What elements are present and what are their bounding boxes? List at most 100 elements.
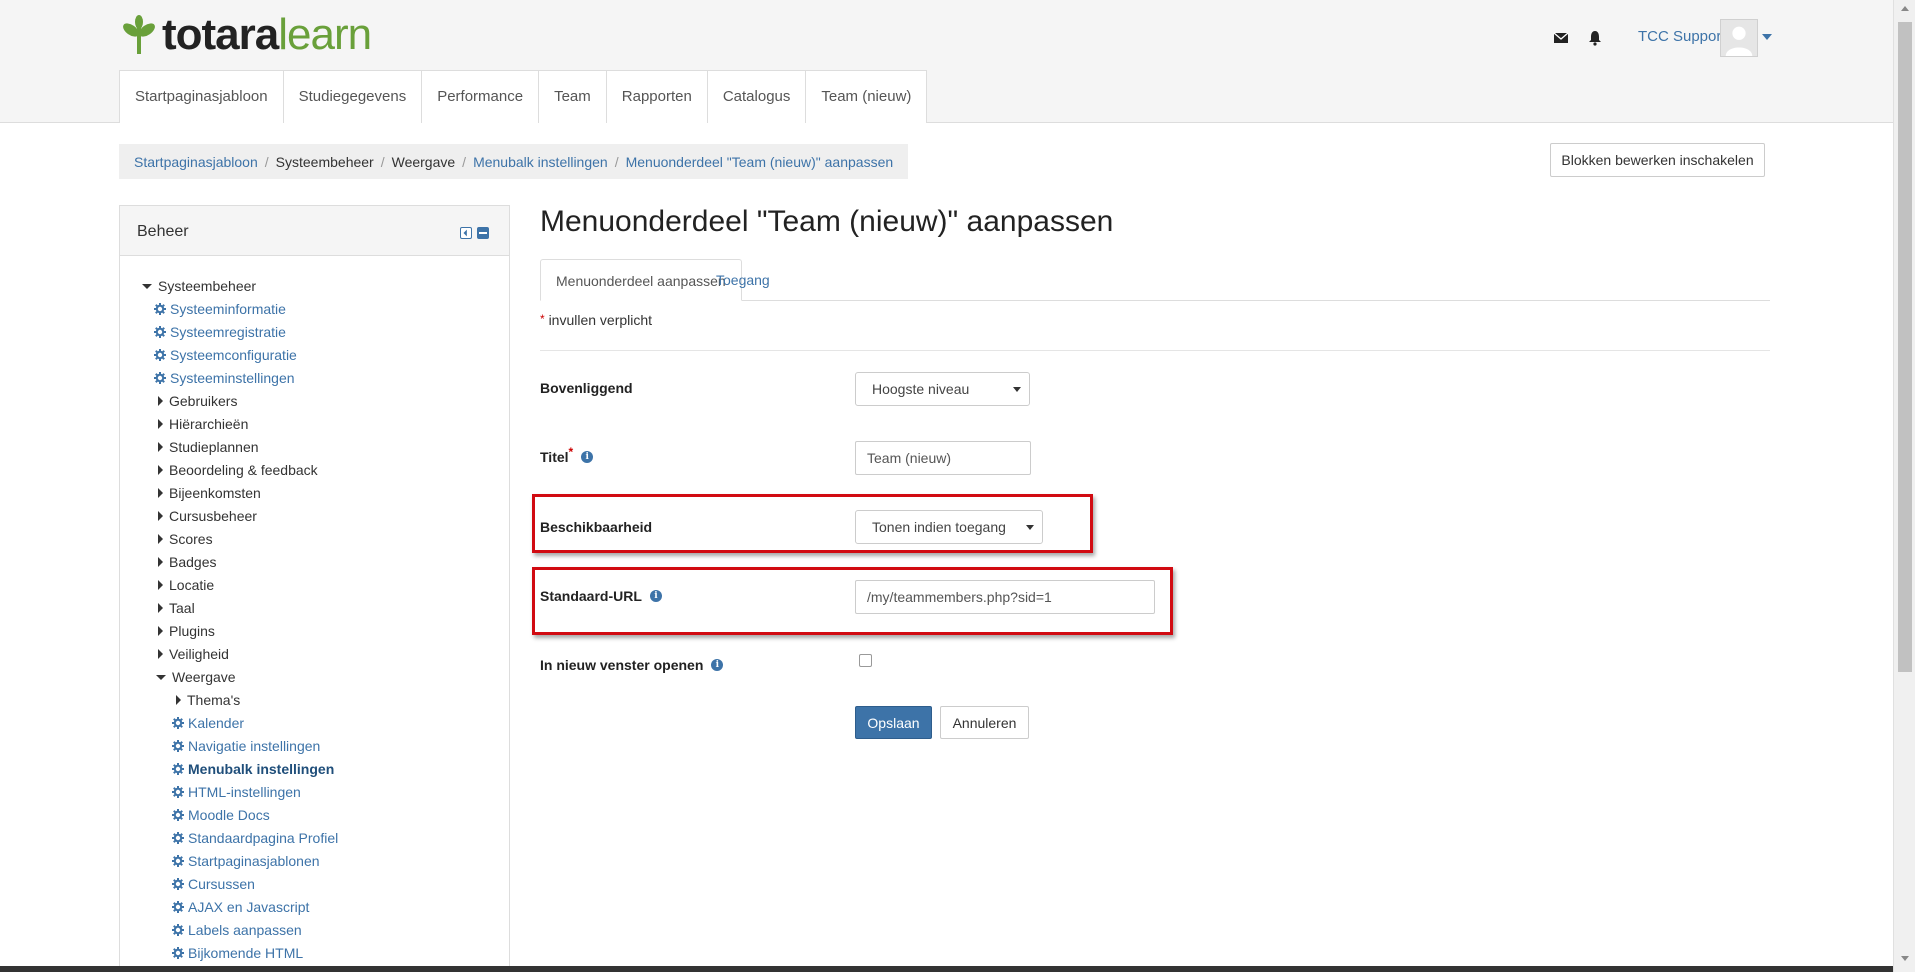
new-window-label-text: In nieuw venster openen (540, 657, 704, 673)
parent-select[interactable]: Hoogste niveau (855, 372, 1030, 406)
admin-tree-item[interactable]: Kalender (172, 715, 244, 731)
admin-tree-item-label: Systeeminstellingen (170, 370, 295, 386)
user-menu-caret-icon[interactable] (1762, 34, 1772, 40)
dock-block-icon[interactable] (460, 227, 472, 239)
nav-item-catalogus[interactable]: Catalogus (708, 71, 807, 123)
admin-tree-item[interactable]: Standaardpagina Profiel (172, 830, 338, 846)
brand-suffix: learn (278, 10, 372, 59)
info-icon[interactable]: i (711, 659, 724, 671)
breadcrumb-menubalk-instellingen[interactable]: Menubalk instellingen (473, 154, 608, 170)
gear-icon (172, 717, 188, 729)
admin-tree-item[interactable]: Weergave (156, 669, 236, 685)
user-avatar-icon[interactable] (1720, 19, 1758, 57)
info-icon[interactable]: i (581, 451, 594, 463)
vertical-scrollbar[interactable] (1893, 0, 1915, 972)
admin-tree-item[interactable]: Moodle Docs (172, 807, 270, 823)
admin-tree-item[interactable]: Systeeminformatie (154, 301, 286, 317)
admin-tree-item[interactable]: Systeemconfiguratie (154, 347, 297, 363)
admin-tree-item[interactable]: Scores (158, 531, 213, 547)
breadcrumb-separator: / (380, 153, 385, 170)
collapse-block-icon[interactable] (477, 227, 489, 239)
cancel-button[interactable]: Annuleren (940, 706, 1029, 739)
user-name-link[interactable]: TCC Support (1638, 28, 1726, 45)
admin-tree-item-label: Systeeminformatie (170, 301, 286, 317)
admin-tree-item-label: Taal (169, 600, 195, 616)
bell-icon[interactable] (1587, 30, 1603, 46)
admin-tree-item[interactable]: Beoordeling & feedback (158, 462, 318, 478)
nav-item-startpaginasjabloon[interactable]: Startpaginasjabloon (120, 71, 284, 123)
admin-tree-item[interactable]: Studieplannen (158, 439, 259, 455)
page-header: totara learn TCC Support Startpaginasjabl… (0, 0, 1893, 123)
tab-toegang[interactable]: Toegang (701, 259, 785, 301)
admin-tree-item-label: Hiërarchieën (169, 416, 249, 432)
admin-tree-item[interactable]: Cursussen (172, 876, 255, 892)
admin-tree-item[interactable]: Systeembeheer (142, 278, 256, 294)
admin-block-title: Beheer (137, 223, 189, 240)
admin-tree-item[interactable]: Labels aanpassen (172, 922, 302, 938)
required-note: * invullen verplicht (540, 312, 652, 328)
caret-right-icon (158, 419, 163, 429)
gear-icon (172, 740, 188, 752)
caret-down-icon (142, 283, 152, 289)
admin-tree-item[interactable]: Locatie (158, 577, 214, 593)
admin-tree-item[interactable]: Systeemregistratie (154, 324, 286, 340)
caret-right-icon (176, 695, 181, 705)
admin-tree-item-label: Badges (169, 554, 217, 570)
admin-tree-item[interactable]: Thema's (176, 692, 240, 708)
admin-tree-item[interactable]: Plugins (158, 623, 215, 639)
admin-tree-item[interactable]: Navigatie instellingen (172, 738, 320, 754)
new-window-checkbox[interactable] (859, 654, 872, 667)
nav-item-team[interactable]: Team (539, 71, 607, 123)
enable-block-editing-button[interactable]: Blokken bewerken inschakelen (1550, 143, 1765, 177)
caret-right-icon (158, 649, 163, 659)
gear-icon (154, 326, 170, 338)
window-bottom-edge (0, 966, 1893, 972)
scrollbar-thumb[interactable] (1898, 22, 1912, 672)
caret-right-icon (158, 557, 163, 567)
totara-logo[interactable]: totara learn (118, 10, 372, 59)
admin-tree-item[interactable]: Bijkomende HTML (172, 945, 303, 961)
admin-tree-item-label: Gebruikers (169, 393, 238, 409)
gear-icon (172, 878, 188, 890)
caret-right-icon (158, 442, 163, 452)
admin-tree-item-label: Labels aanpassen (188, 922, 302, 938)
admin-tree-item[interactable]: Gebruikers (158, 393, 237, 409)
admin-tree-item-label: Kalender (188, 715, 245, 731)
highlight-box-url (532, 567, 1173, 635)
leaf-icon (123, 15, 155, 54)
highlight-box-visibility (532, 494, 1093, 553)
admin-tree-item[interactable]: Veiligheid (158, 646, 229, 662)
parent-label-text: Bovenliggend (540, 380, 633, 396)
scroll-down-arrow-icon[interactable] (1901, 956, 1909, 961)
breadcrumb-startpaginasjabloon[interactable]: Startpaginasjabloon (134, 154, 258, 170)
save-button[interactable]: Opslaan (855, 706, 932, 739)
envelope-icon[interactable] (1553, 30, 1569, 46)
nav-item-performance[interactable]: Performance (422, 71, 540, 123)
admin-tree-item[interactable]: Hiërarchieën (158, 416, 248, 432)
admin-tree-item[interactable]: Bijeenkomsten (158, 485, 261, 501)
main-navigation: Startpaginasjabloon Studiegegevens Perfo… (119, 70, 928, 123)
nav-item-rapporten[interactable]: Rapporten (607, 71, 708, 123)
admin-tree-item[interactable]: Badges (158, 554, 216, 570)
admin-tree-item[interactable]: HTML-instellingen (172, 784, 301, 800)
admin-tree-item[interactable]: Startpaginasjablonen (172, 853, 320, 869)
admin-tree-item-label: Beoordeling & feedback (169, 462, 318, 478)
nav-item-team-nieuw[interactable]: Team (nieuw) (806, 71, 926, 123)
admin-tree-item[interactable]: AJAX en Javascript (172, 899, 309, 915)
breadcrumb-current-page[interactable]: Menuonderdeel "Team (nieuw)" aanpassen (626, 154, 894, 170)
admin-tree-item-label: Moodle Docs (188, 807, 270, 823)
title-input[interactable]: Team (nieuw) (855, 441, 1031, 475)
scroll-up-arrow-icon[interactable] (1901, 6, 1909, 11)
gear-icon (172, 947, 188, 959)
admin-tree-item[interactable]: Taal (158, 600, 195, 616)
caret-right-icon (158, 511, 163, 521)
gear-icon (172, 832, 188, 844)
nav-item-studiegegevens[interactable]: Studiegegevens (284, 71, 423, 123)
admin-tree-item[interactable]: Menubalk instellingen (172, 761, 334, 777)
admin-tree-item[interactable]: Systeeminstellingen (154, 370, 295, 386)
admin-tree-item-label: Menubalk instellingen (188, 761, 335, 777)
admin-tree-item[interactable]: Cursusbeheer (158, 508, 257, 524)
title-label-text: Titel (540, 449, 569, 465)
admin-tree-item-label: Systeemregistratie (170, 324, 286, 340)
gear-icon (172, 809, 188, 821)
